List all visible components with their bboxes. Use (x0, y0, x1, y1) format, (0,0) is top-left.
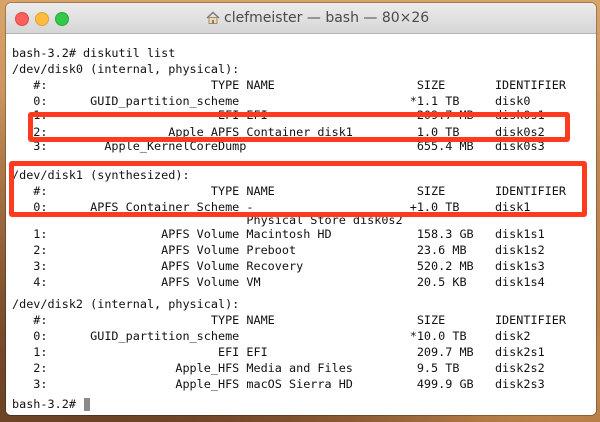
home-folder-icon (206, 11, 220, 24)
window-title: clefmeister — bash — 80×26 (224, 10, 430, 26)
close-button[interactable] (15, 12, 29, 26)
highlight-box-disk1 (9, 161, 587, 217)
terminal-window[interactable]: clefmeister — bash — 80×26 bash-3.2# dis… (6, 3, 596, 415)
command-line: bash-3.2# diskutil list (12, 46, 176, 60)
minimize-button[interactable] (35, 12, 49, 26)
table-row: 3: Apple_HFS macOS Sierra HD 499.9 GB di… (12, 377, 545, 391)
zoom-button[interactable] (55, 12, 69, 26)
disk-header: /dev/disk0 (internal, physical): (12, 62, 240, 76)
terminal-content[interactable]: bash-3.2# diskutil list /dev/disk0 (inte… (6, 34, 596, 415)
table-row: 0: GUID_partition_scheme *10.0 TB disk2 (12, 329, 531, 343)
title-bar[interactable]: clefmeister — bash — 80×26 (6, 3, 596, 34)
prompt-text: bash-3.2# (12, 397, 84, 411)
text-cursor (84, 398, 91, 411)
table-row: 1: EFI EFI 209.7 MB disk2s1 (12, 345, 545, 359)
table-row: 4: APFS Volume VM 20.5 KB disk1s4 (12, 275, 545, 289)
table-row: 2: Apple_HFS Media and Files 9.5 TB disk… (12, 361, 545, 375)
table-row: 1: APFS Volume Macintosh HD 158.3 GB dis… (12, 227, 545, 241)
disk-header: /dev/disk2 (internal, physical): (12, 297, 240, 311)
column-header: #: TYPE NAME SIZE IDENTIFIER (12, 313, 566, 327)
table-row: 2: APFS Volume Preboot 23.6 MB disk1s2 (12, 243, 545, 257)
column-header: #: TYPE NAME SIZE IDENTIFIER (12, 78, 566, 92)
prompt-line[interactable]: bash-3.2# (12, 396, 91, 412)
highlight-box-disk0s2 (28, 112, 570, 142)
table-row: 3: APFS Volume Recovery 520.2 MB disk1s3 (12, 259, 545, 273)
